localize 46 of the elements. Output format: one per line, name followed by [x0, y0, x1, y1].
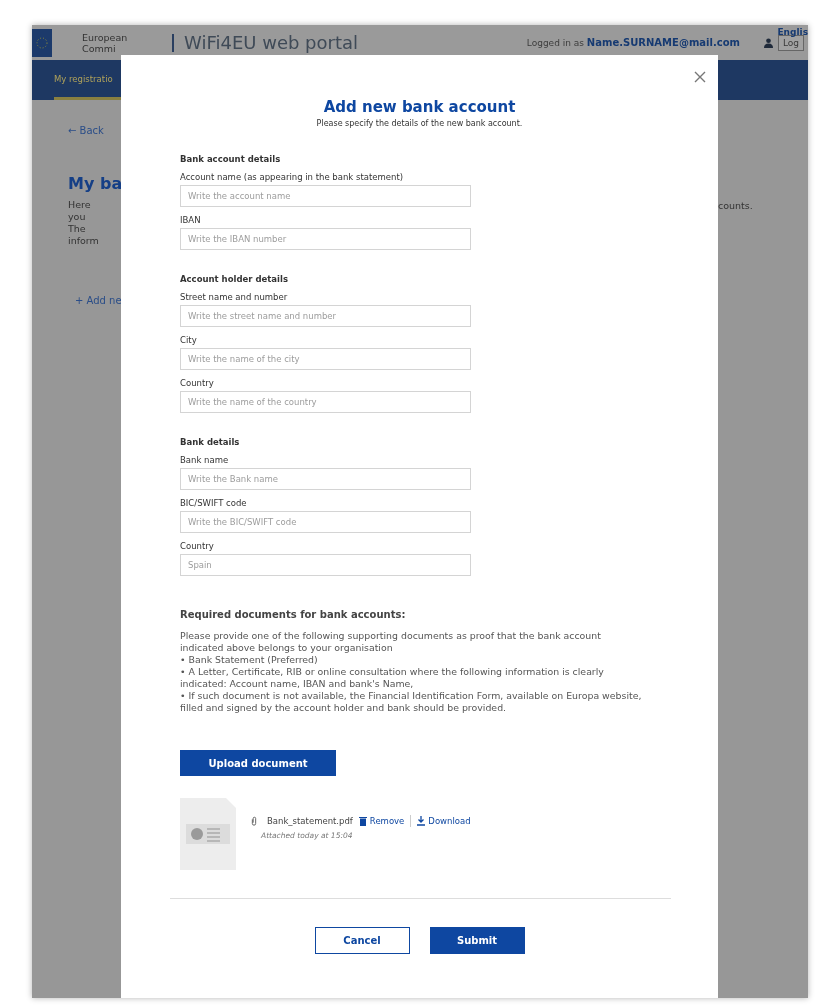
user-icon	[763, 37, 773, 48]
document-option: • A Letter, Certificate, RIB or online consultation where the following information is clearly indicated: Account name, IBAN and bank's Name,	[180, 666, 642, 690]
input-field[interactable]: Write the name of the country	[180, 391, 471, 413]
input-field[interactable]: Write the IBAN number	[180, 228, 471, 250]
input-field[interactable]: Write the account name	[180, 185, 471, 207]
close-icon[interactable]	[694, 71, 706, 83]
modal-title: Add new bank account	[322, 98, 517, 116]
download-link[interactable]: Download	[417, 815, 471, 826]
input-field[interactable]: Write the BIC/SWIFT code	[180, 511, 471, 533]
page-heading: My ba	[68, 174, 123, 193]
field-label: Country	[180, 378, 214, 388]
field-label: IBAN	[180, 215, 201, 225]
upload-button[interactable]: Upload document	[180, 750, 336, 776]
document-option: • Bank Statement (Preferred)	[180, 654, 642, 666]
paperclip-icon	[250, 815, 258, 826]
remove-link[interactable]: Remove	[358, 815, 405, 826]
modal-subtitle: Please specify the details of the new bank account.	[315, 119, 524, 128]
field-label: Country	[180, 541, 214, 551]
submit-button[interactable]: Submit	[429, 927, 525, 954]
intro-text: Here you The inform	[68, 199, 100, 247]
section-heading: Bank account details	[180, 154, 281, 164]
section-heading: Bank details	[180, 437, 240, 447]
language-link[interactable]: Englis	[777, 27, 808, 37]
documents-heading: Required documents for bank accounts:	[180, 609, 406, 620]
portal-title: WiFi4EU web portal	[172, 33, 359, 52]
documents-text: Please provide one of the following supporting documents as proof that the bank account indicated above belongs to your organisation	[180, 630, 602, 654]
logged-in-text: Logged in as Name.SURNAME@mail.com	[526, 37, 740, 48]
file-name: Bank_statement.pdf	[267, 815, 353, 826]
intro-text-tail: counts.	[718, 200, 753, 213]
organisation-name: European Commi	[82, 31, 129, 54]
document-thumbnail-icon	[180, 798, 236, 870]
field-label: Bank name	[180, 455, 229, 465]
input-field[interactable]: Write the street name and number	[180, 305, 471, 327]
trash-icon	[358, 815, 367, 826]
section-heading: Account holder details	[180, 274, 288, 284]
document-option: • If such document is not available, the Financial Identification Form, available on Europa website, filled and signed by the account holder and bank should be provided.	[180, 690, 642, 714]
input-field[interactable]: Spain	[180, 554, 471, 576]
input-field[interactable]: Write the name of the city	[180, 348, 471, 370]
field-label: BIC/SWIFT code	[180, 498, 247, 508]
flag-logo-icon	[32, 28, 52, 57]
cancel-button[interactable]: Cancel	[314, 927, 410, 954]
field-label: City	[180, 335, 197, 345]
field-label: Street name and number	[180, 292, 288, 302]
download-icon	[417, 815, 426, 826]
field-label: Account name (as appearing in the bank statement)	[180, 172, 404, 182]
input-field[interactable]: Write the Bank name	[180, 468, 471, 490]
